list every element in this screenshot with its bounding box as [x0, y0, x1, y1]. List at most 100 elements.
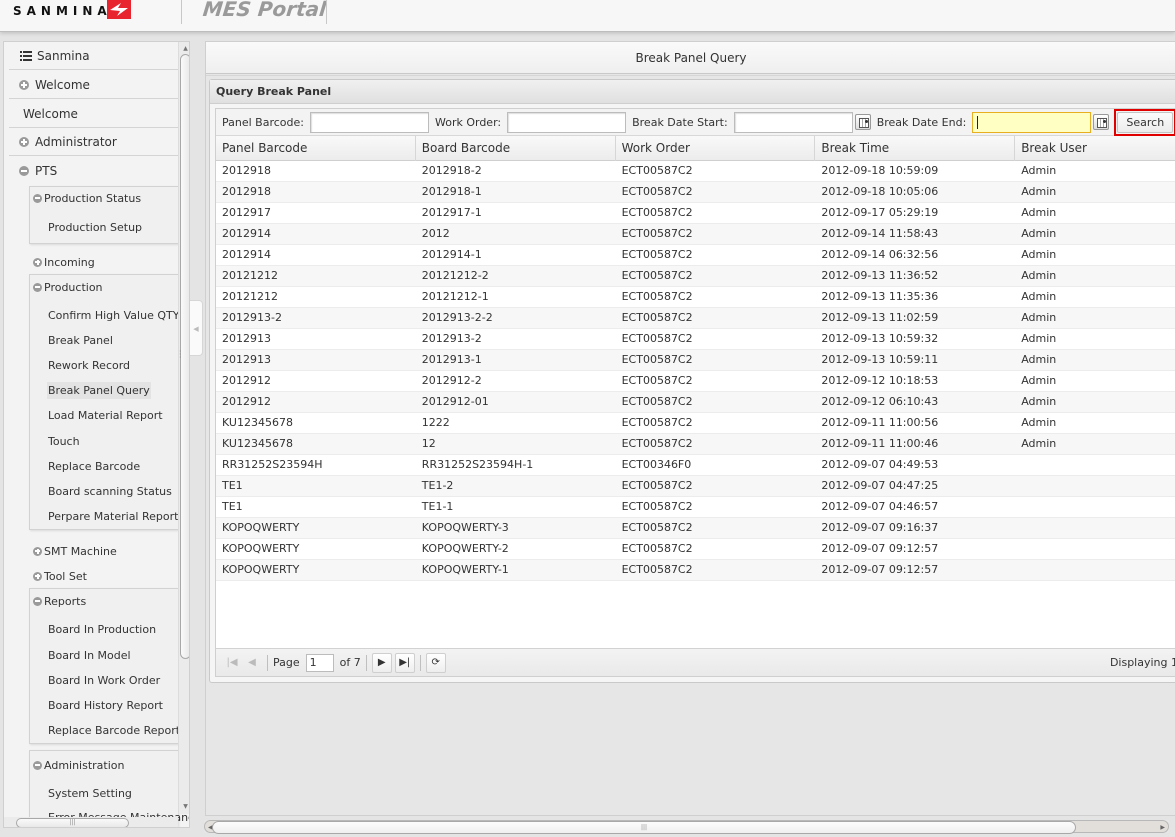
sidebar-item-welcome[interactable]: Welcome — [9, 100, 178, 128]
calendar-icon[interactable] — [1093, 114, 1110, 130]
column-header-work-order[interactable]: Work Order — [616, 136, 816, 161]
sidebar-horizontal-scrollbar[interactable]: ||| — [4, 817, 178, 827]
prev-page-icon[interactable]: ◀ — [242, 653, 262, 673]
sidebar-vertical-scrollbar[interactable]: ▲ ▼ — [178, 42, 189, 814]
sidebar-section-welcome[interactable]: Welcome — [9, 71, 178, 99]
refresh-icon[interactable]: ⟳ — [425, 652, 446, 673]
cell-work-order: ECT00587C2 — [621, 542, 693, 555]
nav-system-setting[interactable]: System Setting — [47, 785, 133, 802]
column-header-board-barcode[interactable]: Board Barcode — [416, 136, 616, 161]
subsection-administration[interactable]: Administration — [33, 755, 125, 775]
collapse-icon — [19, 166, 29, 176]
cell-work-order: ECT00587C2 — [621, 311, 693, 324]
nav-confirm-high-value-qty[interactable]: Confirm High Value QTY — [47, 307, 180, 324]
break-date-end-input[interactable] — [972, 111, 1092, 133]
list-icon — [20, 50, 32, 61]
nav-board-in-model[interactable]: Board In Model — [47, 647, 132, 664]
table-row[interactable]: KU12345678 12 ECT00587C2 2012-09-11 11:00:4… — [216, 434, 1175, 455]
nav-board-scanning-status[interactable]: Board scanning Status — [47, 483, 173, 500]
cell-panel-barcode: KOPOQWERTY — [222, 542, 300, 555]
page-number-input[interactable]: 1 — [305, 653, 334, 672]
sidebar-section-administrator[interactable]: Administrator — [9, 128, 178, 156]
cell-break-time: 2012-09-13 11:35:36 — [821, 290, 939, 303]
calendar-icon[interactable] — [854, 114, 871, 130]
table-row[interactable]: KU12345678 1222 ECT00587C2 2012-09-11 11:00… — [216, 413, 1175, 434]
main-horizontal-scrollbar[interactable]: ◀ ||| ▶ — [204, 820, 1169, 834]
table-row[interactable]: 2012914 2012914-1 ECT00587C2 2012-09-14 06:… — [216, 245, 1175, 266]
table-row[interactable]: KOPOQWERTY KOPOQWERTY-1 ECT00587C2 2012-09-… — [216, 560, 1175, 581]
subsection-tool-set[interactable]: Tool Set — [33, 566, 87, 586]
portal-title: MES Portal — [201, 0, 328, 21]
cell-break-user: Admin — [1021, 332, 1057, 345]
nav-production-setup[interactable]: Production Setup — [47, 219, 143, 236]
cell-board-barcode: RR31252S23594H-1 — [421, 458, 534, 471]
column-header-panel-barcode[interactable]: Panel Barcode — [216, 136, 416, 161]
scroll-up-icon[interactable]: ▲ — [180, 43, 189, 54]
nav-board-history-report[interactable]: Board History Report — [47, 697, 164, 714]
query-panel: Query Break Panel Panel Barcode: Work Or… — [209, 79, 1175, 683]
next-page-icon[interactable]: ▶ — [371, 652, 392, 673]
table-row[interactable]: TE1 TE1-2 ECT00587C2 2012-09-07 04:47:25 — [216, 476, 1175, 497]
collapse-left-icon[interactable]: ◀ — [190, 300, 203, 356]
table-row[interactable]: 2012913 2012913-1 ECT00587C2 2012-09-13 10:… — [216, 350, 1175, 371]
nav-board-in-production[interactable]: Board In Production — [47, 621, 157, 638]
scrollbar-thumb[interactable]: ||| — [16, 818, 129, 827]
table-row[interactable]: TE1 TE1-1 ECT00587C2 2012-09-07 04:46:57 — [216, 497, 1175, 518]
table-row[interactable]: RR31252S23594H RR31252S23594H-1 ECT00346F0… — [216, 455, 1175, 476]
nav-perpare-material-report[interactable]: Perpare Material Report — [47, 508, 179, 525]
cell-work-order: ECT00587C2 — [621, 269, 693, 282]
nav-rework-record[interactable]: Rework Record — [47, 357, 131, 374]
cell-break-user: Admin — [1021, 437, 1057, 450]
panel-title: Query Break Panel — [210, 80, 1175, 104]
sidebar-section-pts[interactable]: PTS — [9, 157, 178, 185]
nav-replace-barcode[interactable]: Replace Barcode — [47, 458, 141, 475]
first-page-icon[interactable]: |◀ — [222, 653, 242, 673]
grid-body: 2012918 2012918-2 ECT00587C2 2012-09-18 10:… — [216, 161, 1175, 581]
table-row[interactable]: KOPOQWERTY KOPOQWERTY-2 ECT00587C2 2012-09-… — [216, 539, 1175, 560]
subsection-label: Production — [44, 280, 103, 294]
subsection-production-status[interactable]: Production Status — [33, 188, 141, 208]
table-row[interactable]: 20121212 20121212-2 ECT00587C2 2012-09-13 1… — [216, 266, 1175, 287]
nav-break-panel-query[interactable]: Break Panel Query — [47, 382, 151, 399]
subsection-incoming[interactable]: Incoming — [33, 252, 95, 272]
subsection-smt-machine[interactable]: SMT Machine — [33, 541, 117, 561]
scrollbar-track[interactable]: ◀ ||| ▶ — [204, 820, 1169, 834]
nav-load-material-report[interactable]: Load Material Report — [47, 407, 164, 424]
subsection-reports[interactable]: Reports — [33, 591, 86, 611]
nav-touch[interactable]: Touch — [47, 433, 81, 450]
scrollbar-thumb[interactable]: ||| — [212, 821, 1076, 834]
table-row[interactable]: 2012913-2 2012913-2-2 ECT00587C2 2012-09-13… — [216, 308, 1175, 329]
table-row[interactable]: 2012914 2012 ECT00587C2 2012-09-14 11:58:43… — [216, 224, 1175, 245]
nav-break-panel[interactable]: Break Panel — [47, 332, 114, 349]
table-row[interactable]: 2012917 2012917-1 ECT00587C2 2012-09-17 05:… — [216, 203, 1175, 224]
subsection-production[interactable]: Production — [33, 277, 103, 297]
column-header-break-user[interactable]: Break User — [1015, 136, 1175, 161]
cell-panel-barcode: 2012913 — [222, 332, 271, 345]
nav-board-in-work-order[interactable]: Board In Work Order — [47, 672, 161, 689]
subsection-label: Incoming — [44, 255, 95, 269]
cell-panel-barcode: KOPOQWERTY — [222, 521, 300, 534]
scroll-right-icon[interactable]: ▶ — [1160, 821, 1165, 834]
break-date-start-input[interactable] — [733, 111, 853, 133]
cell-board-barcode: 2012912-01 — [421, 395, 489, 408]
cell-panel-barcode: KU12345678 — [222, 416, 293, 429]
table-row[interactable]: 2012912 2012912-2 ECT00587C2 2012-09-12 10:… — [216, 371, 1175, 392]
cell-break-time: 2012-09-07 04:47:25 — [821, 479, 939, 492]
cell-break-user: Admin — [1021, 248, 1057, 261]
table-row[interactable]: 2012918 2012918-2 ECT00587C2 2012-09-18 10:… — [216, 161, 1175, 182]
work-order-input[interactable] — [507, 111, 627, 133]
table-row[interactable]: KOPOQWERTY KOPOQWERTY-3 ECT00587C2 2012-09-… — [216, 518, 1175, 539]
sidebar-root[interactable]: Sanmina — [9, 42, 178, 70]
cell-break-user: Admin — [1021, 269, 1057, 282]
scroll-down-icon[interactable]: ▼ — [180, 801, 189, 812]
last-page-icon[interactable]: ▶| — [394, 652, 415, 673]
search-button[interactable]: Search — [1117, 111, 1174, 133]
table-row[interactable]: 2012918 2012918-1 ECT00587C2 2012-09-18 10:… — [216, 182, 1175, 203]
column-header-break-time[interactable]: Break Time — [815, 136, 1016, 161]
nav-replace-barcode-report[interactable]: Replace Barcode Report — [47, 722, 181, 739]
sidebar-collapse-splitter[interactable]: ◀ — [190, 300, 204, 360]
table-row[interactable]: 2012912 2012912-01 ECT00587C2 2012-09-12 06… — [216, 392, 1175, 413]
table-row[interactable]: 2012913 2012913-2 ECT00587C2 2012-09-13 10:… — [216, 329, 1175, 350]
panel-barcode-input[interactable] — [309, 111, 429, 133]
table-row[interactable]: 20121212 20121212-1 ECT00587C2 2012-09-13 1… — [216, 287, 1175, 308]
